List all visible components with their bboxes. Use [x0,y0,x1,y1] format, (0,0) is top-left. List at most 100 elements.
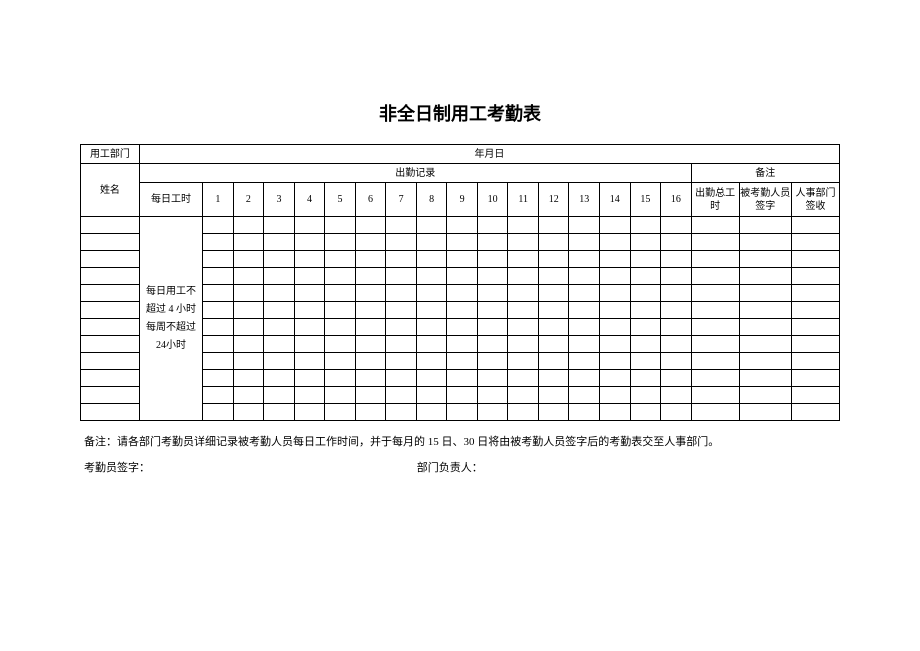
day-cell[interactable] [569,251,600,268]
day-cell[interactable] [203,353,234,370]
day-cell[interactable] [508,353,539,370]
day-cell[interactable] [600,404,631,421]
day-cell[interactable] [538,404,569,421]
day-cell[interactable] [386,370,417,387]
name-cell[interactable] [81,404,140,421]
total-cell[interactable] [691,251,739,268]
day-cell[interactable] [447,302,478,319]
day-cell[interactable] [355,251,386,268]
day-cell[interactable] [416,370,447,387]
day-cell[interactable] [386,353,417,370]
day-cell[interactable] [355,285,386,302]
total-cell[interactable] [691,370,739,387]
name-cell[interactable] [81,336,140,353]
day-cell[interactable] [508,217,539,234]
day-cell[interactable] [569,336,600,353]
day-cell[interactable] [630,234,661,251]
day-cell[interactable] [538,302,569,319]
day-cell[interactable] [416,268,447,285]
day-cell[interactable] [447,285,478,302]
day-cell[interactable] [264,268,295,285]
day-cell[interactable] [325,217,356,234]
day-cell[interactable] [508,387,539,404]
day-cell[interactable] [203,285,234,302]
day-cell[interactable] [569,319,600,336]
day-cell[interactable] [447,336,478,353]
day-cell[interactable] [600,387,631,404]
day-cell[interactable] [233,217,264,234]
day-cell[interactable] [325,268,356,285]
day-cell[interactable] [203,268,234,285]
day-cell[interactable] [569,353,600,370]
day-cell[interactable] [294,285,325,302]
day-cell[interactable] [386,217,417,234]
day-cell[interactable] [508,302,539,319]
day-cell[interactable] [233,285,264,302]
day-cell[interactable] [386,302,417,319]
day-cell[interactable] [386,251,417,268]
day-cell[interactable] [416,217,447,234]
day-cell[interactable] [325,285,356,302]
day-cell[interactable] [538,251,569,268]
name-cell[interactable] [81,302,140,319]
day-cell[interactable] [325,370,356,387]
day-cell[interactable] [508,336,539,353]
day-cell[interactable] [416,404,447,421]
day-cell[interactable] [386,285,417,302]
day-cell[interactable] [203,234,234,251]
day-cell[interactable] [630,336,661,353]
day-cell[interactable] [416,319,447,336]
day-cell[interactable] [600,268,631,285]
day-cell[interactable] [203,319,234,336]
day-cell[interactable] [264,319,295,336]
day-cell[interactable] [630,370,661,387]
signee-cell[interactable] [739,217,791,234]
day-cell[interactable] [233,353,264,370]
day-cell[interactable] [264,404,295,421]
day-cell[interactable] [661,387,692,404]
day-cell[interactable] [569,404,600,421]
day-cell[interactable] [233,268,264,285]
day-cell[interactable] [325,251,356,268]
day-cell[interactable] [386,336,417,353]
day-cell[interactable] [538,387,569,404]
day-cell[interactable] [630,251,661,268]
day-cell[interactable] [477,387,508,404]
signee-cell[interactable] [739,302,791,319]
day-cell[interactable] [569,268,600,285]
day-cell[interactable] [600,285,631,302]
day-cell[interactable] [477,302,508,319]
signee-cell[interactable] [739,336,791,353]
day-cell[interactable] [477,404,508,421]
day-cell[interactable] [447,234,478,251]
day-cell[interactable] [447,319,478,336]
day-cell[interactable] [416,353,447,370]
day-cell[interactable] [264,353,295,370]
day-cell[interactable] [233,370,264,387]
day-cell[interactable] [661,302,692,319]
day-cell[interactable] [508,370,539,387]
day-cell[interactable] [386,268,417,285]
hr-cell[interactable] [791,251,839,268]
signee-cell[interactable] [739,353,791,370]
day-cell[interactable] [447,353,478,370]
day-cell[interactable] [233,404,264,421]
day-cell[interactable] [477,217,508,234]
signee-cell[interactable] [739,404,791,421]
day-cell[interactable] [600,370,631,387]
day-cell[interactable] [447,268,478,285]
day-cell[interactable] [294,353,325,370]
day-cell[interactable] [416,251,447,268]
total-cell[interactable] [691,353,739,370]
day-cell[interactable] [477,251,508,268]
day-cell[interactable] [661,268,692,285]
hr-cell[interactable] [791,387,839,404]
day-cell[interactable] [203,387,234,404]
day-cell[interactable] [447,370,478,387]
day-cell[interactable] [355,404,386,421]
day-cell[interactable] [569,387,600,404]
day-cell[interactable] [600,217,631,234]
day-cell[interactable] [477,319,508,336]
day-cell[interactable] [264,234,295,251]
day-cell[interactable] [264,336,295,353]
